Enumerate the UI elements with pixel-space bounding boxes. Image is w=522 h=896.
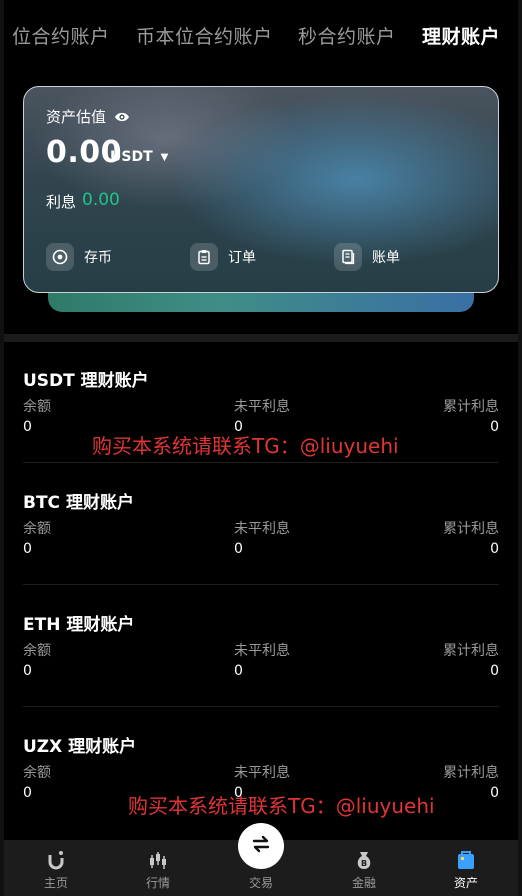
- row-divider: [23, 584, 499, 585]
- account-title: UZX 理财账户: [23, 737, 137, 757]
- cumulative-interest-label: 累计利息: [443, 765, 499, 781]
- frame-left-edge: [0, 0, 4, 896]
- bill-button[interactable]: 账单: [334, 243, 400, 271]
- nav-trade-label: 交易: [248, 876, 273, 890]
- nav-finance[interactable]: B 金融: [314, 840, 414, 896]
- eye-icon[interactable]: [114, 111, 130, 123]
- order-label: 订单: [228, 250, 256, 266]
- unsettled-interest-label: 未平利息: [234, 399, 290, 415]
- cumulative-interest-label: 累计利息: [443, 643, 499, 659]
- row-divider: [23, 706, 499, 707]
- balance-label: 余额: [23, 521, 51, 537]
- tab-futures-account[interactable]: 位合约账户: [12, 22, 110, 49]
- nav-assets-label: 资产: [453, 876, 478, 890]
- interest-value: 0.00: [82, 190, 120, 210]
- asset-valuation-label: 资产估值: [46, 108, 107, 126]
- tab-coin-futures-account[interactable]: 币本位合约账户: [136, 22, 273, 49]
- unsettled-interest-value: 0: [234, 663, 243, 679]
- contact-watermark: 购买本系统请联系TG：@liuyuehi: [92, 434, 399, 458]
- cumulative-interest-value: 0: [490, 785, 499, 801]
- deposit-label: 存币: [84, 250, 112, 266]
- nav-market-label: 行情: [145, 876, 170, 890]
- currency-unit: USDT: [110, 149, 153, 165]
- trade-button[interactable]: [238, 823, 284, 869]
- caret-down-icon: ▼: [160, 151, 169, 163]
- bill-label: 账单: [372, 250, 400, 266]
- order-button[interactable]: 订单: [190, 243, 256, 271]
- account-title: BTC 理财账户: [23, 493, 134, 513]
- swap-arrows-icon: [250, 833, 272, 859]
- account-card-usdt[interactable]: USDT 理财账户 余额 未平利息 累计利息 0 0 0: [23, 366, 499, 488]
- tab-wealth-account[interactable]: 理财账户: [422, 22, 500, 49]
- finance-icon: B: [353, 849, 375, 871]
- balance-label: 余额: [23, 399, 51, 415]
- contact-watermark: 购买本系统请联系TG：@liuyuehi: [128, 794, 435, 818]
- balance-value: 0: [23, 663, 32, 679]
- frame-right-edge: [518, 0, 522, 896]
- nav-home-label: 主页: [43, 876, 68, 890]
- cumulative-interest-value: 0: [490, 419, 499, 435]
- cumulative-interest-value: 0: [490, 541, 499, 557]
- bill-icon: [334, 243, 362, 271]
- account-card-btc[interactable]: BTC 理财账户 余额 未平利息 累计利息 0 0 0: [23, 488, 499, 610]
- nav-finance-label: 金融: [351, 876, 376, 890]
- cumulative-interest-label: 累计利息: [443, 521, 499, 537]
- unsettled-interest-label: 未平利息: [234, 521, 290, 537]
- home-icon: [45, 849, 67, 871]
- section-divider: [4, 334, 518, 342]
- interest-label: 利息: [46, 193, 77, 211]
- currency-selector[interactable]: USDT ▼: [110, 149, 168, 165]
- svg-text:B: B: [361, 859, 367, 868]
- order-icon: [190, 243, 218, 271]
- cumulative-interest-label: 累计利息: [443, 399, 499, 415]
- unsettled-interest-label: 未平利息: [234, 765, 290, 781]
- nav-assets[interactable]: 资产: [416, 840, 516, 896]
- balance-value: 0: [23, 785, 32, 801]
- market-icon: [147, 849, 169, 871]
- nav-market[interactable]: 行情: [108, 840, 208, 896]
- account-title: USDT 理财账户: [23, 371, 149, 391]
- balance-value: 0: [23, 419, 32, 435]
- deposit-button[interactable]: 存币: [46, 243, 112, 271]
- nav-home[interactable]: 主页: [6, 840, 106, 896]
- assets-icon: [455, 849, 477, 871]
- cumulative-interest-value: 0: [490, 663, 499, 679]
- asset-card: 资产估值 0.00 USDT ▼ 利息 0.00 存币 订单 账单: [23, 86, 499, 293]
- tab-second-contract-account[interactable]: 秒合约账户: [298, 22, 396, 49]
- balance-label: 余额: [23, 643, 51, 659]
- account-title: ETH 理财账户: [23, 615, 135, 635]
- balance-value: 0: [23, 541, 32, 557]
- balance-label: 余额: [23, 765, 51, 781]
- unsettled-interest-value: 0: [234, 541, 243, 557]
- unsettled-interest-label: 未平利息: [234, 643, 290, 659]
- row-divider: [23, 462, 499, 463]
- account-card-eth[interactable]: ETH 理财账户 余额 未平利息 累计利息 0 0 0: [23, 610, 499, 732]
- account-tabs: 位合约账户 币本位合约账户 秒合约账户 理财账户: [0, 22, 522, 52]
- asset-valuation-label-row: 资产估值: [46, 106, 130, 127]
- deposit-icon: [46, 243, 74, 271]
